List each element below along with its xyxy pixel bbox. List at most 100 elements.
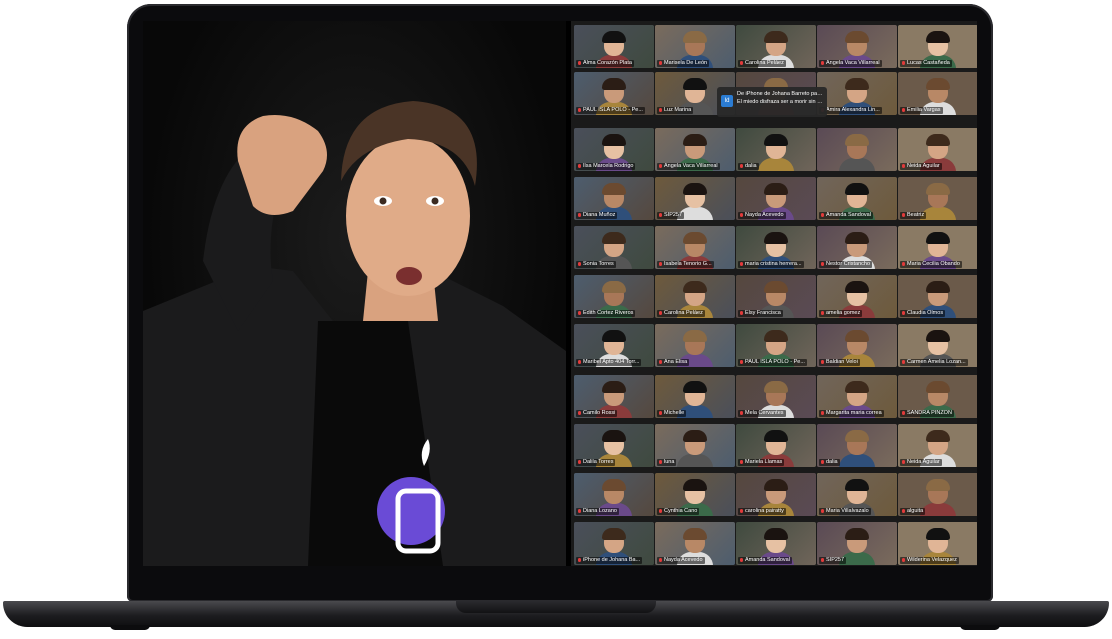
participant-tile[interactable]: iPhone de Johana Ba...: [574, 522, 654, 565]
participant-hair: [602, 183, 626, 195]
participant-name: Claudia Olmos: [900, 310, 946, 317]
participant-name-text: Camilo Rossi: [583, 410, 616, 416]
participant-tile[interactable]: Diana Lozano: [574, 473, 654, 516]
participant-tile[interactable]: PAUL ISLA POLO - Pe...: [574, 72, 654, 115]
participant-tile[interactable]: alguita: [898, 473, 977, 516]
participant-hair: [845, 281, 869, 293]
muted-mic-icon: [578, 261, 581, 266]
muted-mic-icon: [902, 60, 905, 65]
participant-hair: [926, 31, 950, 43]
participant-tile[interactable]: Emilia Vargas: [898, 72, 977, 115]
participant-hair: [602, 31, 626, 43]
participant-tile[interactable]: maria cristina herrera...: [736, 226, 816, 269]
participant-tile[interactable]: Neida Aguilar: [898, 424, 977, 467]
participant-name: Neida Aguilar: [900, 459, 942, 466]
participant-tile[interactable]: Diana Muñoz: [574, 177, 654, 220]
participant-tile[interactable]: Maria Villalvazalo: [817, 473, 897, 516]
participant-tile[interactable]: Sonia Torres: [574, 226, 654, 269]
participant-tile[interactable]: Claudia Olmos: [898, 275, 977, 318]
participant-name-text: Maria Cecilia Obando: [907, 261, 960, 267]
participant-tile[interactable]: [817, 128, 897, 171]
participant-name-text: Carolina Peláez: [745, 60, 784, 66]
participant-name: Diana Muñoz: [576, 212, 618, 219]
participant-tile[interactable]: Carolina Peláez: [655, 275, 735, 318]
participant-tile[interactable]: Elsy Francisca: [736, 275, 816, 318]
participant-hair: [926, 528, 950, 540]
participant-name: amelia gomez: [819, 310, 863, 317]
participant-tile[interactable]: Edith Cortez Riveros: [574, 275, 654, 318]
participant-tile[interactable]: Maria Cecilia Obando: [898, 226, 977, 269]
muted-mic-icon: [902, 310, 905, 315]
participant-name-text: Neida Aguilar: [907, 163, 940, 169]
participant-hair: [602, 479, 626, 491]
participant-tile[interactable]: Nayda Acevedo: [655, 522, 735, 565]
participant-hair: [683, 430, 707, 442]
participant-tile[interactable]: Cynthia Cano: [655, 473, 735, 516]
muted-mic-icon: [659, 410, 662, 415]
participant-hair: [764, 479, 788, 491]
participant-tile[interactable]: Nayda Acevedo: [736, 177, 816, 220]
participant-tile[interactable]: Lucas Castañeda: [898, 25, 977, 68]
participant-hair: [926, 134, 950, 146]
participant-tile[interactable]: SIP257: [817, 522, 897, 565]
participant-tile[interactable]: Mariela Llamas: [736, 424, 816, 467]
participant-tile[interactable]: Camilo Rossi: [574, 375, 654, 418]
participant-tile[interactable]: dalia: [736, 128, 816, 171]
participant-tile[interactable]: Dalila Torres: [574, 424, 654, 467]
participant-tile[interactable]: dalia: [817, 424, 897, 467]
muted-mic-icon: [902, 107, 905, 112]
participant-name: Carolina Peláez: [657, 310, 705, 317]
participant-tile[interactable]: Angela Vaca Villarreal: [817, 25, 897, 68]
muted-mic-icon: [902, 557, 905, 562]
participant-tile[interactable]: SANDRA PINZÓN: [898, 375, 977, 418]
participant-tile[interactable]: PAUL ISLA POLO - Pe...: [736, 324, 816, 367]
participant-tile[interactable]: carolina pairatty: [736, 473, 816, 516]
participant-tile[interactable]: Wilderina Velazquez: [898, 522, 977, 565]
participant-name: iPhone de Johana Ba...: [576, 557, 643, 564]
participant-tile[interactable]: Mela Cervantes: [736, 375, 816, 418]
chat-notification[interactable]: Id De iPhone de Johana Barreto para... E…: [717, 87, 827, 117]
laptop-screen: Alma Corazón Plata Marisela De León Caroli…: [143, 21, 977, 566]
participant-hair: [926, 78, 950, 90]
participant-name: luna: [657, 459, 677, 466]
participant-tile[interactable]: Michelle: [655, 375, 735, 418]
participant-tile[interactable]: SIP257: [655, 177, 735, 220]
participant-tile[interactable]: luna: [655, 424, 735, 467]
participant-tile[interactable]: Beatriz: [898, 177, 977, 220]
participant-tile[interactable]: Maribel Apto 404 Torr...: [574, 324, 654, 367]
participant-hair: [602, 528, 626, 540]
participant-tile[interactable]: Amanda Sandoval: [736, 522, 816, 565]
participant-tile[interactable]: Amanda Sandoval: [817, 177, 897, 220]
participant-name: Baldian Veloi: [819, 359, 860, 366]
participant-shirt: [920, 503, 956, 516]
muted-mic-icon: [821, 557, 824, 562]
participant-tile[interactable]: Margarita maria correa: [817, 375, 897, 418]
participant-tile[interactable]: Angela Vaca Villarreal: [655, 128, 735, 171]
participant-tile[interactable]: Ilsa Marcela Rodrigo: [574, 128, 654, 171]
participant-name-text: alguita: [907, 508, 924, 514]
participant-tile[interactable]: Ana Elisa: [655, 324, 735, 367]
participant-name-text: Luz Marina: [664, 107, 692, 113]
participant-name-text: Carmen Amelia Lozan...: [907, 359, 966, 365]
participant-tile[interactable]: Carolina Peláez: [736, 25, 816, 68]
muted-mic-icon: [659, 212, 662, 217]
participant-hair: [683, 134, 707, 146]
participant-name: Amanda Sandoval: [738, 557, 792, 564]
participant-name: PAUL ISLA POLO - Pe...: [576, 107, 645, 114]
participant-tile[interactable]: Amira Alexandra Lin...: [817, 72, 897, 115]
participant-tile[interactable]: Baldian Veloi: [817, 324, 897, 367]
participant-tile[interactable]: amelia gomez: [817, 275, 897, 318]
participant-tile[interactable]: Neida Aguilar: [898, 128, 977, 171]
participant-name: Mariela Llamas: [738, 459, 785, 466]
participant-tile[interactable]: Carmen Amelia Lozan...: [898, 324, 977, 367]
participant-name: Nestor Cristancho: [819, 261, 873, 268]
participant-tile[interactable]: Nestor Cristancho: [817, 226, 897, 269]
muted-mic-icon: [821, 60, 824, 65]
participant-tile[interactable]: Isabela Tenorio G...: [655, 226, 735, 269]
participant-name-text: Neida Aguilar: [907, 459, 940, 465]
participant-hair: [926, 430, 950, 442]
participant-tile[interactable]: Marisela De León: [655, 25, 735, 68]
participant-name: Ana Elisa: [657, 359, 690, 366]
participant-tile[interactable]: Alma Corazón Plata: [574, 25, 654, 68]
participant-name-text: Claudia Olmos: [907, 310, 944, 316]
